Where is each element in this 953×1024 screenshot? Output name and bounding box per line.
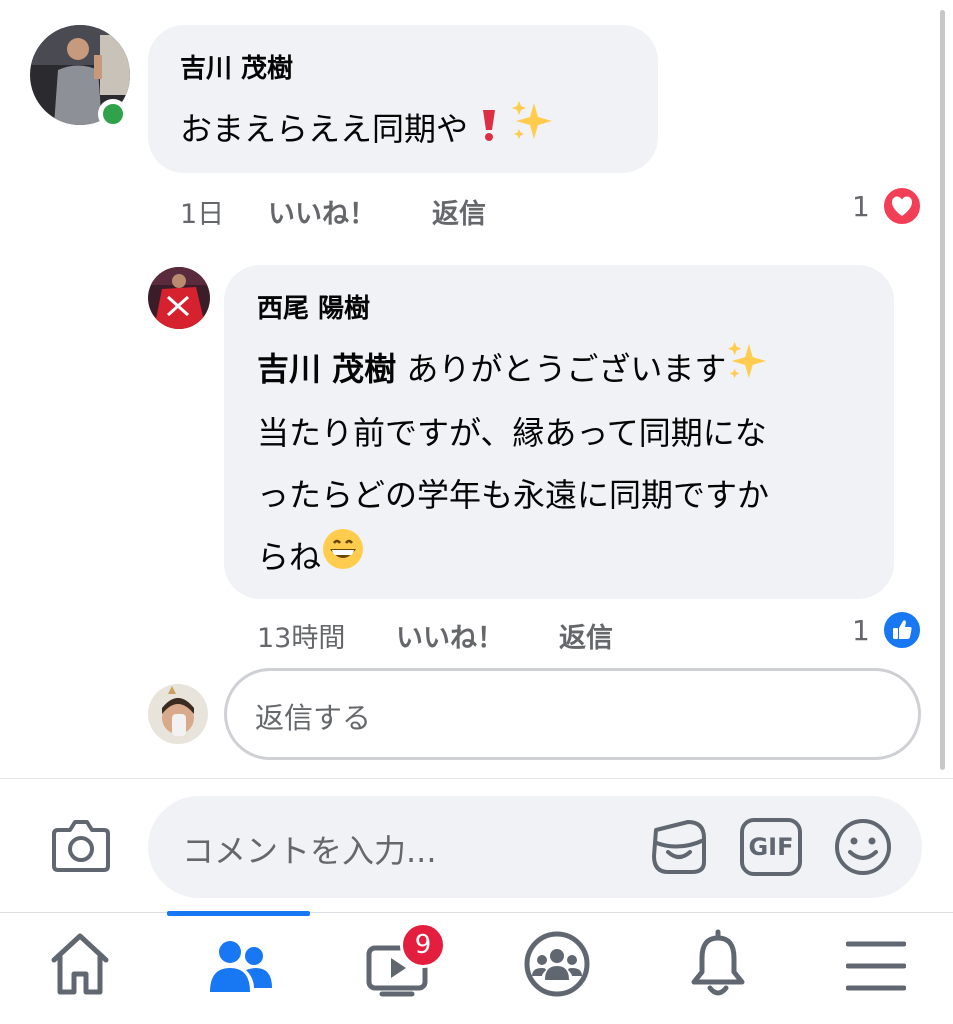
comment-input-placeholder: コメントを入力... (182, 832, 437, 870)
notifications-icon[interactable] (688, 926, 788, 1010)
watch-icon[interactable]: 9 (366, 922, 466, 1010)
like-button[interactable]: いいね！ (268, 192, 376, 231)
avatar[interactable] (148, 267, 210, 329)
comment-timestamp[interactable]: 1日 (180, 192, 224, 231)
reply-button[interactable]: 返信 (432, 192, 486, 231)
comment-author[interactable]: 吉川 茂樹 (180, 48, 293, 85)
scrollbar[interactable] (940, 10, 945, 770)
emoji-icon[interactable] (832, 816, 894, 878)
divider (0, 778, 953, 779)
like-button[interactable]: いいね！ (396, 616, 504, 655)
reply-button[interactable]: 返信 (559, 616, 613, 655)
gif-icon[interactable]: GIF (740, 818, 802, 876)
comment-input[interactable]: コメントを入力... GIF (148, 796, 922, 898)
home-icon[interactable] (48, 926, 148, 1010)
sparkles-emoji (510, 99, 554, 163)
avatar[interactable] (148, 684, 208, 744)
reaction-count[interactable]: 1 (852, 190, 870, 223)
tabbar-divider (0, 912, 953, 913)
reply-input[interactable]: 返信する (224, 668, 921, 760)
reply-input-placeholder: 返信する (255, 701, 372, 735)
grinning-face-emoji (321, 527, 365, 591)
love-reaction-icon[interactable] (882, 186, 922, 226)
gif-label: GIF (748, 833, 794, 861)
exclamation-emoji (478, 100, 500, 162)
sticker-icon[interactable] (648, 816, 710, 878)
notification-badge: 9 (400, 922, 446, 968)
like-reaction-icon[interactable] (882, 610, 922, 650)
online-status-dot (98, 99, 128, 129)
comment-author[interactable]: 西尾 陽樹 (257, 288, 370, 325)
camera-icon[interactable] (50, 816, 112, 874)
menu-icon[interactable] (846, 926, 946, 1010)
groups-icon[interactable] (522, 926, 622, 1010)
comment-timestamp[interactable]: 13時間 (257, 616, 345, 655)
sparkles-emoji (726, 340, 768, 402)
reaction-count[interactable]: 1 (852, 614, 870, 647)
friends-icon[interactable] (206, 926, 306, 1010)
comment-text: 吉川 茂樹 ありがとうございます 当たり前ですが、縁あって同期にな ったらどの学… (257, 338, 877, 591)
active-tab-indicator (167, 911, 310, 916)
mention-link[interactable]: 吉川 茂樹 (257, 350, 396, 388)
comment-text: おまえらええ同期や (180, 98, 554, 163)
